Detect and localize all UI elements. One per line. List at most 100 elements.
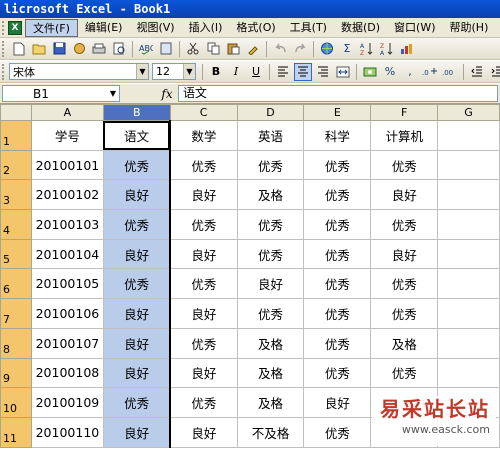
column-header-b[interactable]: B bbox=[102, 104, 171, 121]
cell-c3[interactable]: 良好 bbox=[169, 179, 238, 211]
row-header[interactable]: 6 bbox=[0, 268, 32, 300]
autosum-icon[interactable]: Σ bbox=[338, 40, 356, 58]
sort-descending-icon[interactable]: ZA bbox=[378, 40, 396, 58]
cell-g2[interactable] bbox=[437, 149, 500, 181]
cell-e10[interactable]: 良好 bbox=[303, 387, 372, 418]
cell-d11[interactable]: 不及格 bbox=[236, 416, 305, 448]
column-header-a[interactable]: A bbox=[30, 104, 104, 121]
cell-e4[interactable]: 优秀 bbox=[303, 209, 372, 240]
chevron-down-icon[interactable]: ▼ bbox=[107, 89, 119, 98]
cell-a11[interactable]: 20100110 bbox=[30, 416, 104, 448]
open-icon[interactable] bbox=[30, 40, 48, 58]
cell-b10[interactable]: 优秀 bbox=[102, 387, 171, 418]
cell-g6[interactable] bbox=[437, 268, 500, 300]
print-icon[interactable] bbox=[90, 40, 108, 58]
cell-g9[interactable] bbox=[437, 357, 500, 389]
cell-b8[interactable]: 良好 bbox=[102, 327, 171, 359]
cell-e5[interactable]: 优秀 bbox=[303, 238, 372, 270]
cell-d9[interactable]: 及格 bbox=[236, 357, 305, 389]
column-header-d[interactable]: D bbox=[236, 104, 305, 121]
excel-app-icon[interactable]: X bbox=[8, 20, 22, 35]
percent-button[interactable]: % bbox=[381, 63, 399, 81]
cell-f2[interactable]: 优秀 bbox=[370, 149, 439, 181]
cell-a1[interactable]: 学号 bbox=[30, 120, 104, 151]
cell-b7[interactable]: 良好 bbox=[102, 298, 171, 329]
spelling-icon[interactable]: ABC bbox=[137, 40, 155, 58]
align-center-icon[interactable] bbox=[294, 62, 312, 81]
row-header[interactable]: 4 bbox=[0, 209, 32, 240]
row-header[interactable]: 2 bbox=[0, 149, 32, 181]
cell-f9[interactable]: 优秀 bbox=[370, 357, 439, 389]
cell-b5[interactable]: 良好 bbox=[102, 238, 171, 270]
toolbar-grip[interactable] bbox=[2, 63, 6, 80]
cell-f1[interactable]: 计算机 bbox=[370, 120, 439, 151]
cell-b11[interactable]: 良好 bbox=[102, 416, 171, 448]
cell-d5[interactable]: 优秀 bbox=[236, 238, 305, 270]
cell-e6[interactable]: 优秀 bbox=[303, 268, 372, 300]
cell-e11[interactable]: 优秀 bbox=[303, 416, 372, 448]
cell-c10[interactable]: 优秀 bbox=[169, 387, 238, 418]
cell-g8[interactable] bbox=[437, 327, 500, 359]
column-header-g[interactable]: G bbox=[437, 104, 500, 121]
cell-d3[interactable]: 及格 bbox=[236, 179, 305, 211]
cell-c4[interactable]: 优秀 bbox=[169, 209, 238, 240]
merge-center-icon[interactable] bbox=[334, 63, 352, 81]
currency-icon[interactable] bbox=[361, 63, 379, 81]
cell-a10[interactable]: 20100109 bbox=[30, 387, 104, 418]
cell-f3[interactable]: 良好 bbox=[370, 179, 439, 211]
cell-d6[interactable]: 良好 bbox=[236, 268, 305, 300]
cell-g7[interactable] bbox=[437, 298, 500, 329]
permission-icon[interactable] bbox=[70, 40, 88, 58]
column-header-c[interactable]: C bbox=[169, 104, 238, 121]
select-all-corner[interactable] bbox=[0, 104, 32, 121]
row-header[interactable]: 11 bbox=[0, 416, 32, 448]
cell-g1[interactable] bbox=[437, 120, 500, 151]
row-header[interactable]: 7 bbox=[0, 298, 32, 329]
row-header[interactable]: 9 bbox=[0, 357, 32, 389]
cell-e1[interactable]: 科学 bbox=[303, 120, 372, 151]
cell-c8[interactable]: 优秀 bbox=[169, 327, 238, 359]
cell-c11[interactable]: 良好 bbox=[169, 416, 238, 448]
italic-button[interactable]: I bbox=[227, 63, 245, 81]
row-header[interactable]: 10 bbox=[0, 387, 32, 418]
cell-a9[interactable]: 20100108 bbox=[30, 357, 104, 389]
decrease-indent-icon[interactable] bbox=[468, 63, 486, 81]
menu-tools[interactable]: 工具(T) bbox=[283, 19, 334, 37]
cell-b9[interactable]: 良好 bbox=[102, 357, 171, 389]
cell-d1[interactable]: 英语 bbox=[236, 120, 305, 151]
decrease-decimal-icon[interactable]: .00 bbox=[441, 63, 459, 81]
print-preview-icon[interactable] bbox=[110, 40, 128, 58]
cell-f7[interactable]: 优秀 bbox=[370, 298, 439, 329]
cell-d8[interactable]: 及格 bbox=[236, 327, 305, 359]
align-right-icon[interactable] bbox=[314, 63, 332, 81]
menu-data[interactable]: 数据(D) bbox=[334, 19, 387, 37]
increase-indent-icon[interactable] bbox=[488, 63, 500, 81]
menu-view[interactable]: 视图(V) bbox=[129, 19, 181, 37]
cell-b6[interactable]: 优秀 bbox=[102, 268, 171, 300]
chevron-down-icon[interactable]: ▼ bbox=[183, 64, 195, 79]
cell-f6[interactable]: 优秀 bbox=[370, 268, 439, 300]
menu-grip[interactable] bbox=[2, 20, 6, 35]
cell-b4[interactable]: 优秀 bbox=[102, 209, 171, 240]
name-box[interactable]: B1 ▼ bbox=[2, 85, 120, 102]
row-header[interactable]: 3 bbox=[0, 179, 32, 211]
cell-c7[interactable]: 良好 bbox=[169, 298, 238, 329]
menu-window[interactable]: 窗口(W) bbox=[387, 19, 442, 37]
formula-input[interactable]: 语文 bbox=[178, 85, 498, 102]
research-icon[interactable] bbox=[157, 40, 175, 58]
cell-e9[interactable]: 优秀 bbox=[303, 357, 372, 389]
cell-a5[interactable]: 20100104 bbox=[30, 238, 104, 270]
undo-icon[interactable] bbox=[271, 40, 289, 58]
cell-a6[interactable]: 20100105 bbox=[30, 268, 104, 300]
font-name-select[interactable]: 宋体 ▼ bbox=[9, 63, 149, 80]
copy-icon[interactable] bbox=[204, 40, 222, 58]
cell-a7[interactable]: 20100106 bbox=[30, 298, 104, 329]
cell-c2[interactable]: 优秀 bbox=[169, 149, 238, 181]
cell-e8[interactable]: 优秀 bbox=[303, 327, 372, 359]
save-icon[interactable] bbox=[50, 40, 68, 58]
cell-d4[interactable]: 优秀 bbox=[236, 209, 305, 240]
cell-f8[interactable]: 及格 bbox=[370, 327, 439, 359]
cell-a3[interactable]: 20100102 bbox=[30, 179, 104, 211]
cell-g5[interactable] bbox=[437, 238, 500, 270]
cell-b3[interactable]: 良好 bbox=[102, 179, 171, 211]
